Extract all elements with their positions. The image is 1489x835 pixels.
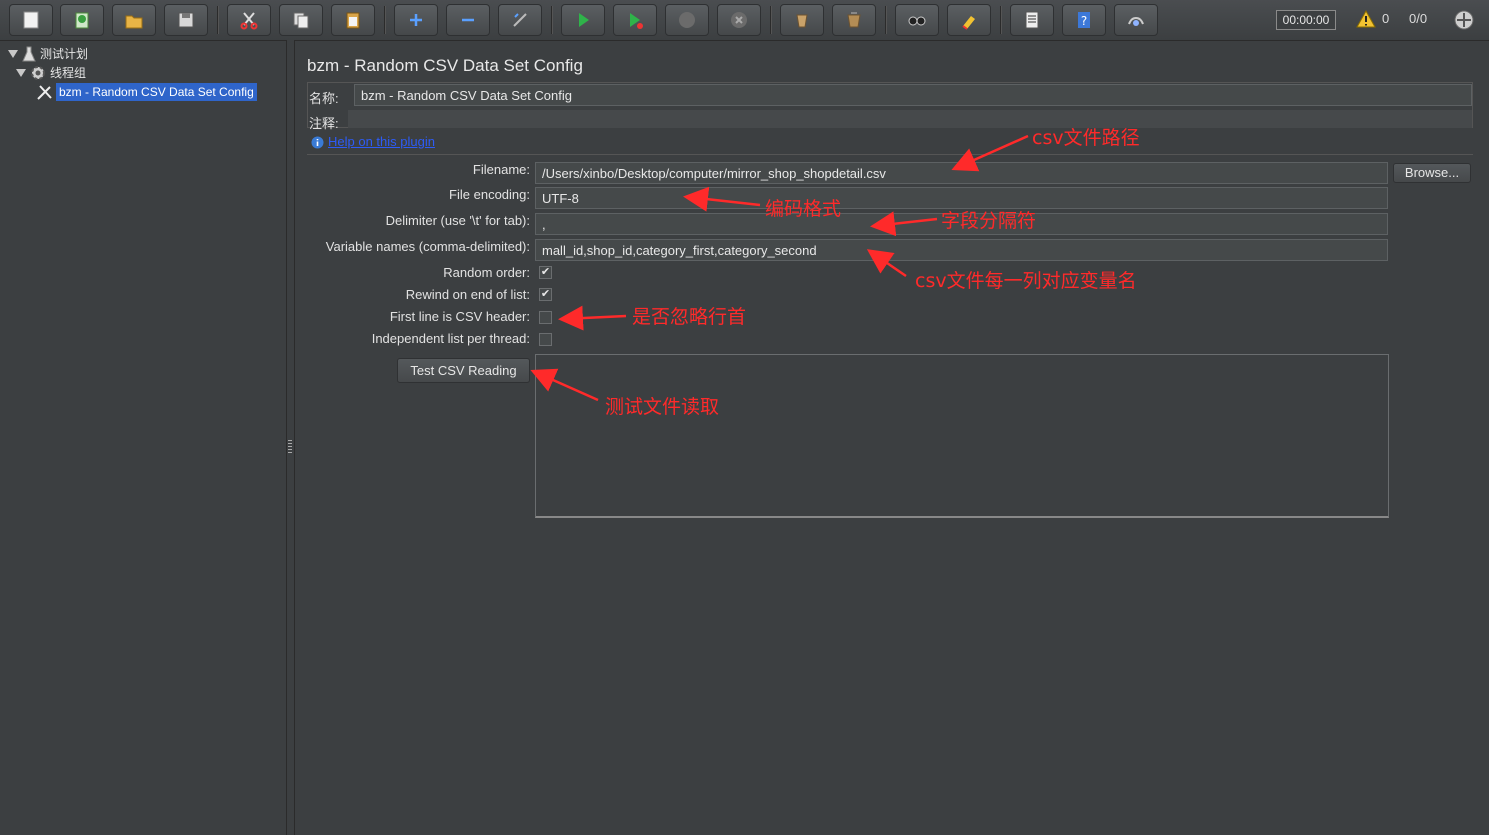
filename-field[interactable] (535, 162, 1388, 184)
comment-field[interactable] (348, 110, 1472, 128)
tree-item-random-csv-config[interactable]: bzm - Random CSV Data Set Config (36, 83, 257, 101)
annotation-varnames: csv文件每一列对应变量名 (915, 270, 1137, 292)
clear-all-icon[interactable] (832, 4, 876, 36)
expand-arrow-icon[interactable] (16, 69, 26, 77)
comment-label: 注释: (309, 116, 339, 131)
thread-count: 0/0 (1409, 11, 1428, 26)
open-icon[interactable] (112, 4, 156, 36)
gear-icon (31, 66, 45, 80)
varnames-field[interactable] (535, 239, 1388, 261)
help-link[interactable]: Help on this plugin (328, 134, 435, 149)
cut-icon[interactable] (227, 4, 271, 36)
filename-label: Filename: (472, 162, 530, 177)
delimiter-label: Delimiter (use '\t' for tab): (385, 213, 530, 228)
stop-icon[interactable] (665, 4, 709, 36)
annotation-csv-path: csv文件路径 (1032, 127, 1140, 149)
annotation-test: 测试文件读取 (605, 396, 720, 418)
random-order-checkbox[interactable]: ✔ (539, 266, 552, 279)
tree-item-label: 测试计划 (40, 47, 89, 61)
split-divider[interactable] (286, 40, 295, 835)
help-icon[interactable]: ? (1062, 4, 1106, 36)
warning-icon (1356, 9, 1376, 31)
new-icon[interactable] (9, 4, 53, 36)
expand-arrow-icon[interactable] (8, 50, 18, 58)
toolbar: ? 00:00:00 0 0/0 (0, 0, 1489, 41)
annotation-delimiter: 字段分隔符 (941, 210, 1037, 232)
start-icon[interactable] (561, 4, 605, 36)
page-title: bzm - Random CSV Data Set Config (307, 56, 583, 75)
encoding-label: File encoding: (449, 187, 530, 202)
browse-button[interactable]: Browse... (1393, 163, 1471, 183)
tree-item-label: bzm - Random CSV Data Set Config (56, 83, 257, 101)
tree-item-thread-group[interactable]: 线程组 (16, 64, 86, 82)
expand-icon[interactable] (394, 4, 438, 36)
name-label: 名称: (309, 91, 339, 106)
wrench-icon (37, 85, 52, 100)
paste-icon[interactable] (331, 4, 375, 36)
reset-search-icon[interactable] (947, 4, 991, 36)
divider (307, 154, 1473, 155)
test-plan-tree: 测试计划 线程组 bzm - Random CSV Data Set Confi… (4, 42, 284, 832)
start-no-pause-icon[interactable] (613, 4, 657, 36)
first-line-header-label: First line is CSV header: (389, 309, 530, 324)
checkmark-icon: ✔ (540, 288, 551, 300)
rewind-checkbox[interactable]: ✔ (539, 288, 552, 301)
annotation-encoding: 编码格式 (765, 198, 842, 220)
name-field[interactable] (354, 84, 1472, 106)
tree-item-test-plan[interactable]: 测试计划 (8, 45, 88, 63)
independent-list-label: Independent list per thread: (371, 331, 530, 346)
varnames-label: Variable names (comma-delimited): (325, 239, 530, 254)
warning-count: 0 (1382, 11, 1390, 26)
search-icon[interactable] (895, 4, 939, 36)
checkmark-icon: ✔ (540, 266, 551, 278)
svg-text:?: ? (1081, 14, 1087, 28)
function-helper-icon[interactable] (1010, 4, 1054, 36)
collapse-icon[interactable] (446, 4, 490, 36)
test-csv-reading-button[interactable]: Test CSV Reading (397, 358, 530, 383)
test-output-area[interactable] (535, 354, 1389, 518)
beaker-icon (22, 46, 36, 62)
remote-icon[interactable] (1114, 4, 1158, 36)
toggle-icon[interactable] (498, 4, 542, 36)
templates-icon[interactable] (60, 4, 104, 36)
shutdown-icon[interactable] (717, 4, 761, 36)
split-grip-icon[interactable] (288, 440, 292, 454)
random-order-label: Random order: (443, 265, 530, 280)
copy-icon[interactable] (279, 4, 323, 36)
tree-item-label: 线程组 (50, 66, 87, 80)
annotation-header: 是否忽略行首 (632, 306, 747, 328)
save-icon[interactable] (164, 4, 208, 36)
independent-list-checkbox[interactable] (539, 333, 552, 346)
timer: 00:00:00 (1276, 10, 1336, 30)
running-indicator-icon (1453, 9, 1475, 34)
rewind-label: Rewind on end of list: (405, 287, 530, 302)
info-icon (311, 136, 324, 149)
clear-icon[interactable] (780, 4, 824, 36)
first-line-header-checkbox[interactable] (539, 311, 552, 324)
